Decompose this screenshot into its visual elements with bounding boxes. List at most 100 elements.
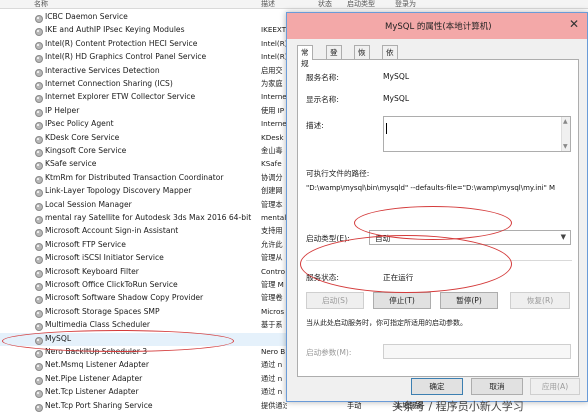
service-desc: 管理 M xyxy=(261,280,284,289)
tab-recovery[interactable]: 恢复 xyxy=(354,45,370,68)
service-desc: 启用交 xyxy=(261,65,283,75)
gear-icon xyxy=(34,295,43,305)
text-caret xyxy=(386,123,387,134)
service-name: Microsoft iSCSI Initiator Service xyxy=(45,253,164,263)
service-name: Microsoft Office ClickToRun Service xyxy=(45,280,178,289)
service-name: IP Helper xyxy=(45,105,80,115)
service-desc: IKEEXT xyxy=(261,25,287,35)
service-desc: 协调分 xyxy=(261,172,283,182)
col-type[interactable]: 启动类型 xyxy=(347,0,375,9)
service-desc: Contro xyxy=(261,266,285,276)
gear-icon xyxy=(34,27,43,37)
gear-icon xyxy=(34,242,43,251)
gear-icon xyxy=(34,362,43,372)
start-params-input[interactable] xyxy=(383,344,571,359)
col-name[interactable]: 名称 xyxy=(34,0,48,9)
service-name: mental ray Satellite for Autodesk 3ds Ma… xyxy=(45,213,252,222)
gear-icon xyxy=(34,282,43,291)
service-desc: Nero B xyxy=(261,347,286,356)
service-name-value: MySQL xyxy=(383,72,410,81)
service-name: ICBC Daemon Service xyxy=(45,12,128,21)
gear-icon xyxy=(34,188,43,198)
gear-icon xyxy=(34,175,43,184)
gear-icon xyxy=(34,215,43,224)
service-name: Internet Explorer ETW Collector Service xyxy=(45,92,196,102)
gear-icon xyxy=(34,403,43,412)
service-name: Link-Layer Topology Discovery Mapper xyxy=(45,186,192,196)
service-name: Multimedia Class Scheduler xyxy=(45,320,151,330)
service-name: Microsoft Keyboard Filter xyxy=(45,266,139,276)
tab-logon[interactable]: 登录 xyxy=(326,45,342,68)
service-name: Local Session Manager xyxy=(45,199,132,209)
service-desc: KDesk xyxy=(261,132,284,142)
tab-dependencies[interactable]: 依存关系 xyxy=(382,45,398,90)
service-desc: 创建网 xyxy=(261,186,283,196)
gear-icon xyxy=(34,309,43,318)
display-name-value: MySQL xyxy=(383,94,410,103)
description-scrollbar[interactable]: ▲ ▼ xyxy=(561,117,570,151)
pause-button[interactable]: 暂停(P) xyxy=(440,292,498,309)
close-icon[interactable]: ✕ xyxy=(569,17,579,31)
description-textarea[interactable]: ▲ ▼ xyxy=(383,116,571,152)
apply-button[interactable]: 应用(A) xyxy=(530,378,580,395)
service-desc: 基于系 xyxy=(261,320,283,330)
params-hint: 当从此处启动服务时，你可指定所适用的启动参数。 xyxy=(306,319,467,327)
dialog-titlebar[interactable]: MySQL 的属性(本地计算机) ✕ xyxy=(287,13,587,39)
scroll-up-icon[interactable]: ▲ xyxy=(563,118,568,125)
service-name: IKE and AuthIP IPsec Keying Modules xyxy=(45,25,185,35)
tab-general[interactable]: 常规 xyxy=(297,45,313,68)
cancel-button[interactable]: 取消 xyxy=(471,378,523,395)
params-label: 启动参数(M): xyxy=(306,348,352,357)
gear-icon xyxy=(34,14,43,23)
service-startup-type: 手动 xyxy=(347,400,362,410)
service-name: Net.Msmq Listener Adapter xyxy=(45,360,149,370)
service-desc: Intel(R) xyxy=(261,52,287,62)
service-desc: Intel(R) xyxy=(261,38,287,48)
service-desc: 通过 n xyxy=(261,360,283,370)
col-desc[interactable]: 描述 xyxy=(261,0,275,9)
gear-icon xyxy=(34,148,43,157)
service-name-label: 服务名称: xyxy=(306,73,339,82)
service-name: IPsec Policy Agent xyxy=(45,119,114,129)
column-header: 名称 描述 状态 启动类型 登录为 xyxy=(0,0,588,9)
service-desc: 通过 n xyxy=(261,373,283,383)
service-name: Interactive Services Detection xyxy=(45,65,160,75)
gear-icon xyxy=(34,81,43,90)
service-name: Intel(R) HD Graphics Control Panel Servi… xyxy=(45,52,207,62)
gear-icon xyxy=(34,389,43,399)
annotation-circle-startup xyxy=(354,206,512,240)
service-name: Kingsoft Core Service xyxy=(45,146,127,155)
scroll-down-icon[interactable]: ▼ xyxy=(563,143,568,150)
service-desc: KSafe xyxy=(261,159,282,169)
service-desc: 通过 n xyxy=(261,387,283,397)
service-desc: 管理卷 xyxy=(261,293,283,303)
gear-icon xyxy=(34,269,43,278)
service-name: Microsoft FTP Service xyxy=(45,239,126,249)
display-name-label: 显示名称: xyxy=(306,95,339,104)
exe-path-label: 可执行文件的路径: xyxy=(306,169,370,178)
resume-button[interactable]: 恢复(R) xyxy=(510,292,570,309)
service-desc: 支持用 xyxy=(261,226,283,236)
col-logon[interactable]: 登录为 xyxy=(395,0,416,9)
start-button[interactable]: 启动(S) xyxy=(306,292,364,309)
stop-button[interactable]: 停止(T) xyxy=(373,292,431,309)
gear-icon xyxy=(34,135,43,144)
gear-icon xyxy=(34,228,43,238)
service-desc: Micros xyxy=(261,306,285,316)
service-desc: Interne xyxy=(261,92,287,102)
gear-icon xyxy=(34,161,43,171)
chevron-down-icon: ▼ xyxy=(560,233,566,241)
annotation-circle-status xyxy=(300,235,512,293)
service-desc: mental xyxy=(261,213,287,222)
dialog-title: MySQL 的属性(本地计算机) xyxy=(385,22,492,32)
col-status[interactable]: 状态 xyxy=(318,0,332,9)
exe-path-value: "D:\wamp\mysql\bin\mysqld" --defaults-fi… xyxy=(306,184,556,192)
gear-icon xyxy=(34,376,43,385)
ok-button[interactable]: 确定 xyxy=(411,378,463,395)
service-name: KSafe service xyxy=(45,159,97,169)
gear-icon xyxy=(34,121,43,131)
service-name: Microsoft Software Shadow Copy Provider xyxy=(45,293,204,303)
service-desc: 管理从 xyxy=(261,253,283,263)
service-desc: Interne xyxy=(261,119,287,129)
service-name: KtmRm for Distributed Transaction Coordi… xyxy=(45,172,224,182)
